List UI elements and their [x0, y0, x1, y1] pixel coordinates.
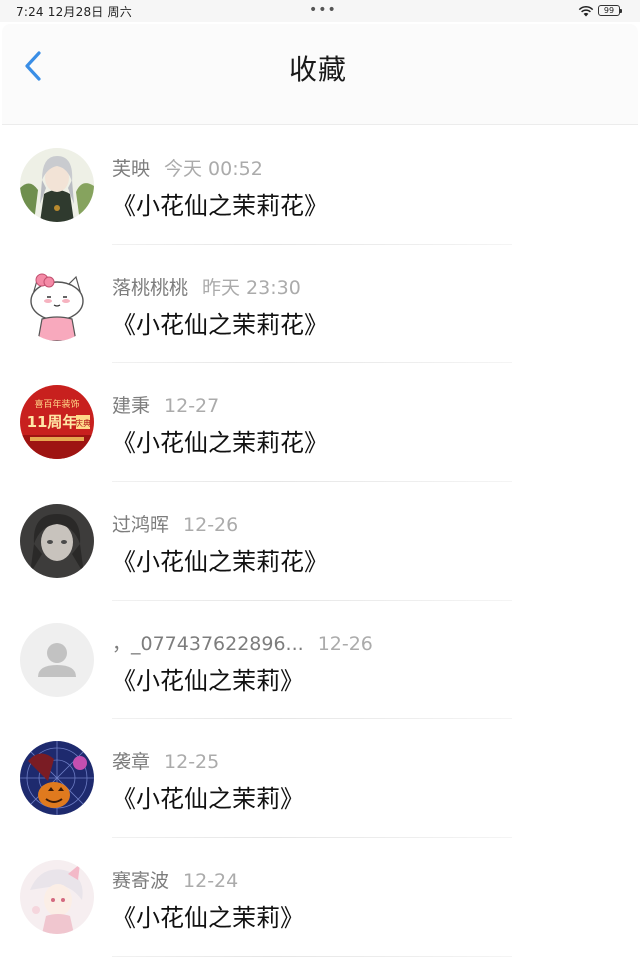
list-item[interactable]: 过鸿晖 12-26 《小花仙之茉莉花》	[0, 482, 640, 601]
message-text: 《小花仙之茉莉》	[112, 785, 304, 814]
message-text: 《小花仙之茉莉花》	[112, 192, 328, 220]
favorites-list: 芙映 今天 00:52 《小花仙之茉莉花》 落桃桃桃 昨天 23:30 《小花仙…	[0, 126, 640, 957]
avatar-anime-character-icon[interactable]	[20, 148, 94, 222]
list-item[interactable]: 赛寄波 12-24 《小花仙之茉莉》	[0, 838, 640, 957]
avatar-dark-anime-icon[interactable]	[20, 504, 94, 579]
list-item[interactable]: 落桃桃桃 昨天 23:30 《小花仙之茉莉花》	[0, 245, 640, 364]
sender-name: 落桃桃桃	[112, 276, 189, 299]
timestamp: 12-24	[183, 870, 239, 893]
list-item[interactable]: 喜百年装饰 11周年 庆典 建秉 12-27 《小花仙之茉莉花》	[0, 363, 640, 483]
sender-name: 袭章	[112, 751, 151, 774]
timestamp: 12-26	[183, 514, 239, 537]
avatar-pastel-anime-icon[interactable]	[20, 860, 94, 935]
wifi-icon	[578, 6, 594, 17]
timestamp: 12-26	[317, 632, 373, 655]
avatar-cartoon-cat-icon[interactable]	[20, 266, 94, 341]
list-item[interactable]: 芙映 今天 00:52 《小花仙之茉莉花》	[0, 126, 640, 245]
poster-line-3: 庆典	[75, 418, 91, 428]
sender-name: 过鸿晖	[112, 514, 170, 537]
item-meta: 袭章 12-25	[112, 747, 219, 774]
page-title: 收藏	[288, 53, 347, 86]
status-time: 7:24 12月28日 周六	[16, 5, 132, 19]
battery-icon: 99	[598, 5, 622, 16]
timestamp: 昨天 23:30	[202, 276, 301, 299]
status-bar: 7:24 12月28日 周六 ••• 99	[0, 0, 640, 22]
poster-line-2: 11周年	[27, 413, 78, 431]
item-meta: 建秉 12-27	[112, 391, 219, 418]
message-text: 《小花仙之茉莉》	[112, 904, 304, 933]
timestamp: 今天 00:52	[164, 158, 263, 180]
timestamp: 12-27	[164, 395, 220, 418]
list-item[interactable]: 袭章 12-25 《小花仙之茉莉》	[0, 719, 640, 839]
item-meta: 赛寄波 12-24	[112, 866, 238, 893]
sender-name: ，_077437622896...	[112, 632, 304, 655]
item-meta: 过鸿晖 12-26	[112, 510, 238, 537]
list-item[interactable]: ，_077437622896... 12-26 《小花仙之茉莉》	[0, 601, 640, 720]
avatar-red-poster-icon[interactable]: 喜百年装饰 11周年 庆典	[20, 385, 94, 460]
message-text: 《小花仙之茉莉花》	[112, 429, 328, 458]
message-text: 《小花仙之茉莉》	[112, 666, 304, 695]
sender-name: 建秉	[112, 395, 151, 418]
more-dots-icon[interactable]: •••	[309, 2, 337, 18]
timestamp: 12-25	[164, 751, 220, 774]
avatar-pumpkin-icon[interactable]	[20, 741, 94, 816]
message-text: 《小花仙之茉莉花》	[112, 548, 328, 577]
divider	[112, 955, 512, 957]
item-meta: 落桃桃桃 昨天 23:30	[112, 273, 301, 300]
message-text: 《小花仙之茉莉花》	[112, 310, 328, 339]
sender-name: 赛寄波	[112, 870, 170, 893]
item-meta: 芙映 今天 00:52	[112, 154, 263, 181]
item-meta: ，_077437622896... 12-26	[112, 629, 373, 656]
avatar-default-person-icon[interactable]	[20, 622, 94, 697]
sender-name: 芙映	[112, 158, 151, 180]
poster-line-1: 喜百年装饰	[34, 398, 79, 410]
